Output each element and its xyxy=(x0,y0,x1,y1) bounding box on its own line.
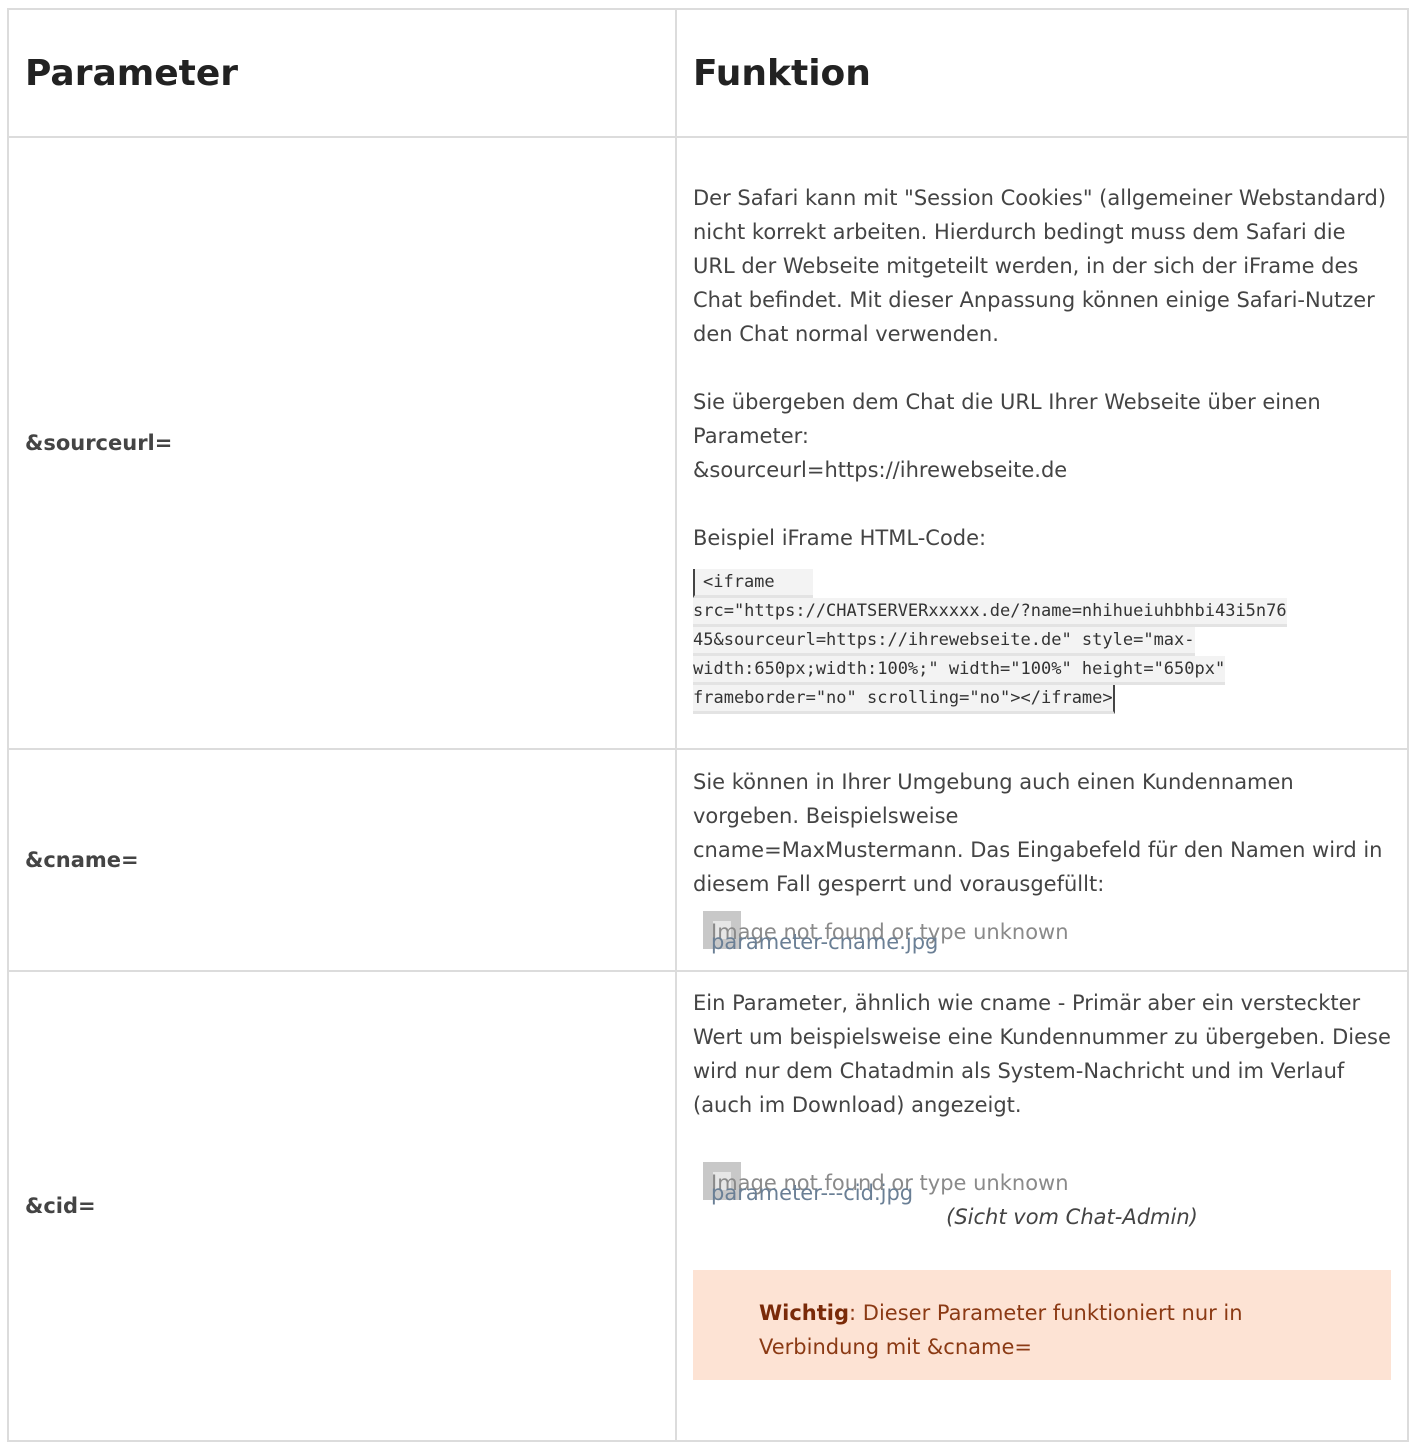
param-cell: &sourceurl= xyxy=(7,136,677,750)
code-line: width:650px;width:100%;" width="100%" he… xyxy=(693,655,1226,685)
paragraph: Beispiel iFrame HTML-Code: xyxy=(693,525,987,550)
code-line: 45&sourceurl=https://ihrewebseite.de" st… xyxy=(693,626,1195,656)
broken-image: Image not found or type unknown paramete… xyxy=(703,911,1391,954)
paragraph: Sie übergeben dem Chat die URL Ihrer Web… xyxy=(693,389,1321,448)
param-name: &cid= xyxy=(25,1194,96,1218)
header-parameter: Parameter xyxy=(7,8,677,138)
warning-callout: Wichtig: Dieser Parameter funktioniert n… xyxy=(693,1270,1391,1380)
param-cell: &cname= xyxy=(7,748,677,972)
table-header-row: Parameter Funktion xyxy=(7,8,1409,138)
code-line: frameborder="no" scrolling="no"></iframe… xyxy=(693,684,1115,714)
code-line: <iframe xyxy=(693,568,813,598)
image-link[interactable]: parameter-cname.jpg xyxy=(711,925,938,959)
paragraph: Der Safari kann mit "Session Cookies" (a… xyxy=(693,185,1387,346)
table-row: &cname= Sie können in Ihrer Umgebung auc… xyxy=(7,748,1409,972)
function-cell: Der Safari kann mit "Session Cookies" (a… xyxy=(675,136,1409,750)
paragraph: Ein Parameter, ähnlich wie cname - Primä… xyxy=(693,991,1391,1117)
param-cell: &cid= xyxy=(7,970,677,1442)
param-name: &sourceurl= xyxy=(25,431,173,455)
paragraph: &sourceurl=https://ihrewebseite.de xyxy=(693,457,1068,482)
header-funktion: Funktion xyxy=(675,8,1409,138)
broken-image: Image not found or type unknown paramete… xyxy=(703,1162,1391,1205)
table-row: &cid= Ein Parameter, ähnlich wie cname -… xyxy=(7,970,1409,1442)
image-link[interactable]: parameter---cid.jpg xyxy=(711,1176,913,1210)
code-block: <iframe src="https://CHATSERVERxxxxx.de/… xyxy=(693,568,1391,714)
paragraph: Sie können in Ihrer Umgebung auch einen … xyxy=(693,770,1294,828)
table-row: &sourceurl= Der Safari kann mit "Session… xyxy=(7,136,1409,750)
callout-label: Wichtig xyxy=(759,1301,850,1325)
parameter-table: Parameter Funktion &sourceurl= Der Safar… xyxy=(7,8,1409,1442)
function-cell: Ein Parameter, ähnlich wie cname - Primä… xyxy=(675,970,1409,1442)
function-cell: Sie können in Ihrer Umgebung auch einen … xyxy=(675,748,1409,972)
code-line: src="https://CHATSERVERxxxxx.de/?name=nh… xyxy=(693,597,1287,627)
paragraph: cname=MaxMustermann. Das Eingabefeld für… xyxy=(693,838,1383,896)
param-name: &cname= xyxy=(25,848,139,872)
